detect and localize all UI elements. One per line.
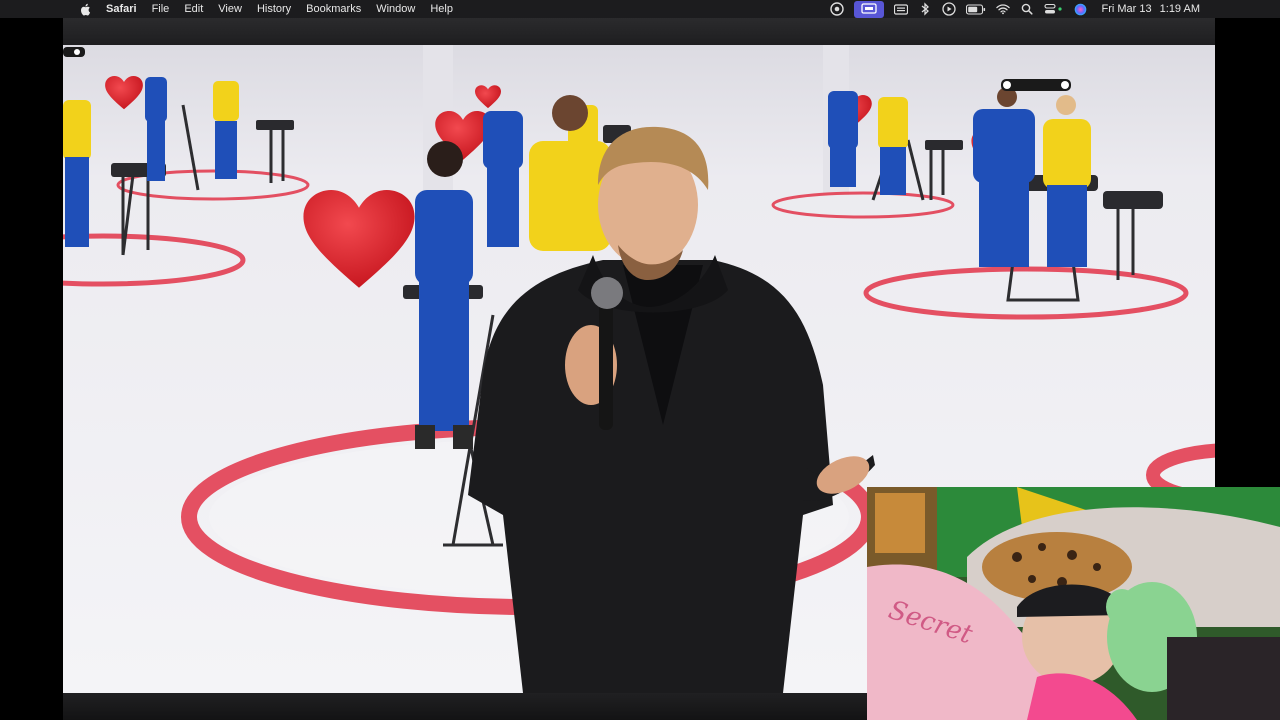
status-bar: Fri Mar 13 1:19 AM [829,0,1280,18]
battery-icon[interactable] [965,2,986,16]
keyboard-icon[interactable] [893,2,908,16]
menu-help[interactable]: Help [430,3,453,15]
control-center-icon[interactable] [1043,2,1064,16]
menu-file[interactable]: File [152,3,170,15]
screen-mirror-icon[interactable] [853,0,884,18]
menubar-date: Fri Mar 13 [1101,3,1152,15]
menu-history[interactable]: History [257,3,291,15]
wifi-icon[interactable] [995,2,1010,16]
menu-app-name[interactable]: Safari [106,3,137,15]
menubar-time: 1:19 AM [1159,3,1200,15]
webcam-overlay: Secret [867,487,1280,720]
safari-window-top-bar [63,18,1215,45]
menubar-clock[interactable]: Fri Mar 13 1:19 AM [1102,3,1200,15]
bluetooth-icon[interactable] [918,2,932,16]
apple-logo-icon[interactable] [80,2,92,16]
menu-bookmarks[interactable]: Bookmarks [306,3,361,15]
creative-cloud-icon[interactable] [829,2,844,16]
menu-bar: Safari File Edit View History Bookmarks … [0,0,1280,18]
webcam-image: Secret [867,487,1280,720]
siri-icon[interactable] [1074,2,1088,16]
search-icon[interactable] [1020,2,1034,16]
menu-view[interactable]: View [218,3,242,15]
play-icon[interactable] [941,2,956,16]
menu-window[interactable]: Window [376,3,415,15]
menu-edit[interactable]: Edit [184,3,203,15]
